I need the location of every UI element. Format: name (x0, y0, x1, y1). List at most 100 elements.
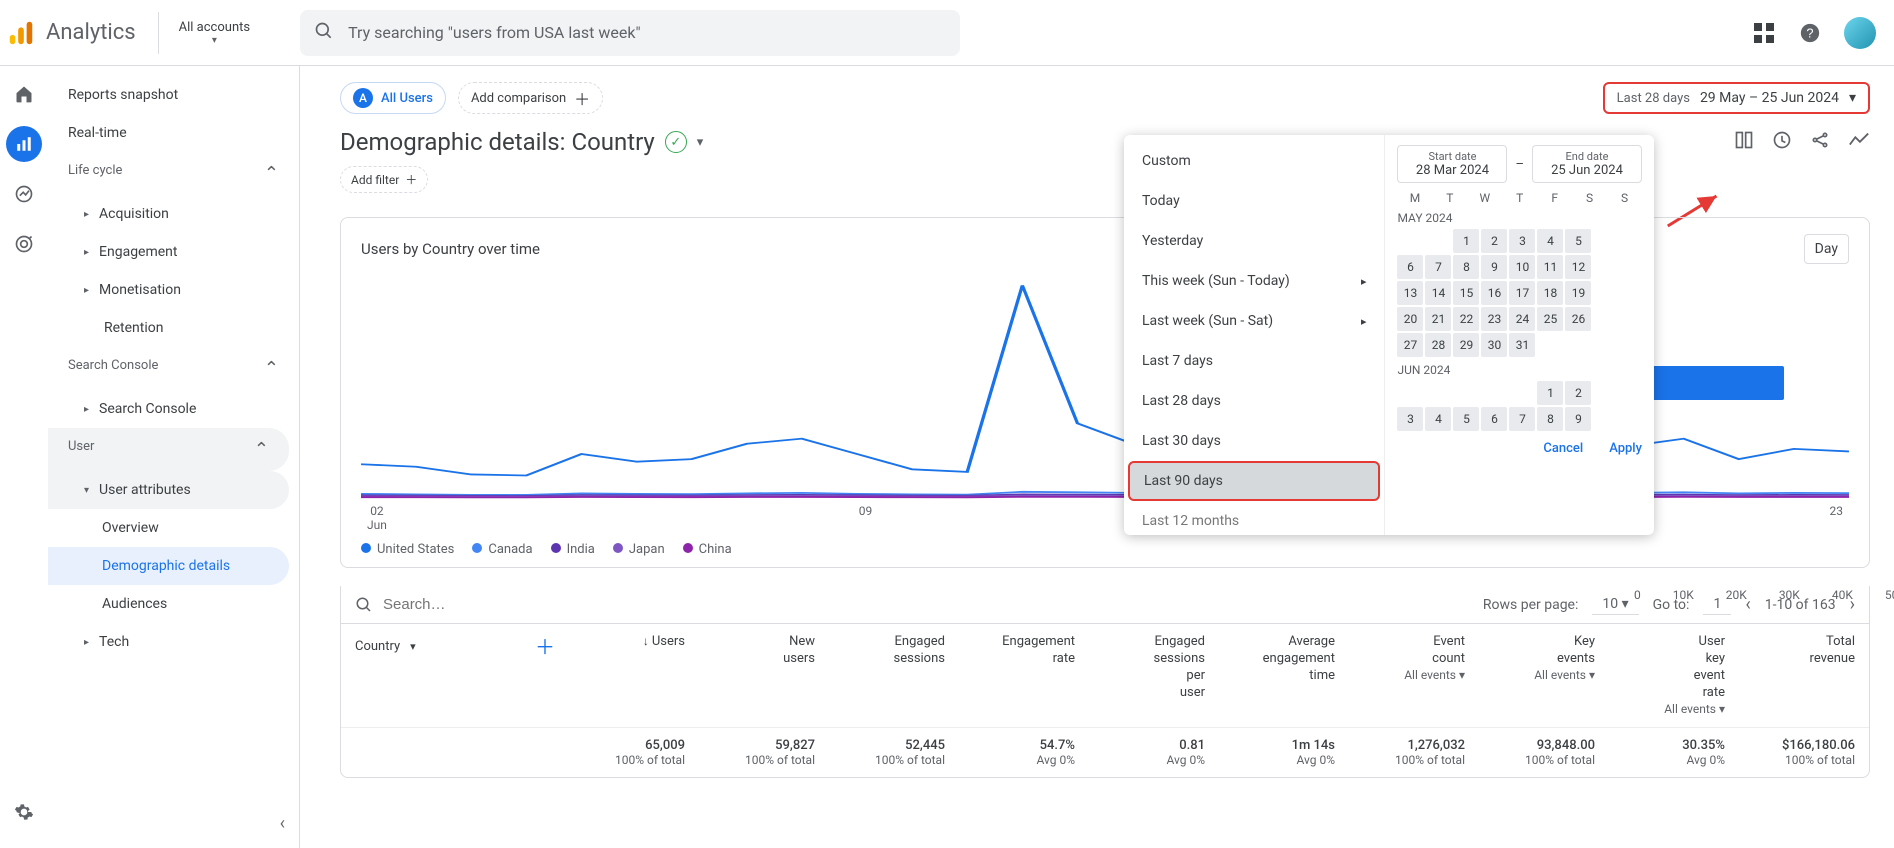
date-preset[interactable]: Yesterday (1124, 221, 1384, 261)
table-total-cell: 0.81Avg 0% (1075, 738, 1205, 767)
nav-section-user[interactable]: User⌃ (48, 428, 289, 471)
search-icon (314, 21, 334, 45)
account-selector[interactable]: All accounts ▾ (158, 12, 270, 54)
segment-badge: A (353, 88, 373, 108)
date-preset[interactable]: Last 28 days (1124, 381, 1384, 421)
triangle-right-icon: ▸ (84, 285, 89, 296)
nav-overview[interactable]: Overview (48, 509, 299, 547)
table-total-cell: 93,848.00100% of total (1465, 738, 1595, 767)
trend-icon[interactable] (1848, 130, 1870, 154)
table-total-cell: 54.7%Avg 0% (945, 738, 1075, 767)
date-range-selector[interactable]: Last 28 days 29 May – 25 Jun 2024 ▾ (1603, 82, 1870, 114)
table-col-header[interactable]: KeyeventsAll events ▾ (1465, 634, 1595, 683)
nav-section-life-cycle[interactable]: Life cycle⌃ (48, 152, 299, 195)
add-dimension-icon[interactable]: ＋ (535, 634, 555, 660)
table-col-header[interactable]: Newusers (685, 634, 815, 668)
share-icon[interactable] (1810, 130, 1830, 155)
segment-all-users[interactable]: A All Users (340, 82, 446, 114)
nav-engagement[interactable]: ▸Engagement (48, 233, 299, 271)
table-search[interactable] (355, 595, 1473, 614)
date-preset[interactable]: Last 7 days (1124, 341, 1384, 381)
rail-reports-icon[interactable] (6, 126, 42, 162)
table-col-header[interactable]: Engagedsessionsperuser (1075, 634, 1205, 702)
table-total-cell: $166,180.06100% of total (1725, 738, 1855, 767)
rail-home-icon[interactable] (6, 76, 42, 112)
global-search[interactable]: Try searching "users from USA last week" (300, 10, 960, 56)
calendar-may[interactable]: 1234567891011121314151617181920212223242… (1397, 229, 1642, 357)
nav-audiences[interactable]: Audiences (48, 585, 299, 623)
rail-admin-icon[interactable] (6, 794, 42, 830)
add-comparison-button[interactable]: Add comparison＋ (458, 82, 603, 114)
chevron-up-icon: ⌃ (254, 439, 269, 460)
rows-per-page-select[interactable]: 10 ▾ (1592, 594, 1638, 615)
page-title: Demographic details: Country (340, 128, 655, 156)
date-picker-popover: CustomTodayYesterdayThis week (Sun - Tod… (1124, 135, 1654, 535)
user-avatar[interactable] (1844, 17, 1876, 49)
nav-search-console[interactable]: ▸Search Console (48, 390, 299, 428)
table-total-cell: 65,009100% of total (555, 738, 685, 767)
rail-explore-icon[interactable] (6, 176, 42, 212)
date-cancel-button[interactable]: Cancel (1543, 441, 1583, 456)
table-dimension-selector[interactable]: Country ▾＋ (355, 634, 555, 660)
table-col-header[interactable]: Totalrevenue (1725, 634, 1855, 668)
status-check-icon[interactable]: ✓ (665, 131, 687, 153)
calendar-month-label: JUN 2024 (1397, 363, 1642, 377)
svg-text:?: ? (1806, 25, 1813, 40)
bar-chart-right: 010K20K30K40K50K (1634, 366, 1864, 602)
table-total-cell: 1m 14sAvg 0% (1205, 738, 1335, 767)
nav-demographic-details[interactable]: Demographic details (48, 547, 289, 585)
chevron-down-icon[interactable]: ▾ (697, 135, 704, 150)
apps-icon[interactable] (1752, 21, 1776, 45)
customize-report-icon[interactable] (1734, 130, 1754, 155)
ga-logo-icon (6, 18, 36, 48)
help-icon[interactable]: ? (1798, 21, 1822, 45)
nav-user-attributes[interactable]: ▾User attributes (48, 471, 289, 509)
date-preset[interactable]: Last week (Sun - Sat)▸ (1124, 301, 1384, 341)
brand-label: Analytics (46, 20, 136, 45)
table-col-header[interactable]: EventcountAll events ▾ (1335, 634, 1465, 683)
search-icon (355, 596, 373, 614)
insights-icon[interactable] (1772, 130, 1792, 155)
rows-per-page-label: Rows per page: (1483, 597, 1578, 613)
triangle-right-icon: ▸ (84, 247, 89, 258)
table-search-input[interactable] (381, 595, 681, 614)
table-col-header[interactable]: Averageengagementtime (1205, 634, 1335, 685)
nav-real-time[interactable]: Real-time (48, 114, 299, 152)
start-date-input[interactable]: Start date 28 Mar 2024 (1397, 145, 1507, 183)
date-apply-button[interactable]: Apply (1609, 441, 1642, 456)
table-col-header[interactable]: ↓ Users (555, 634, 685, 651)
rail-advertising-icon[interactable] (6, 226, 42, 262)
table-col-header[interactable]: Engagementrate (945, 634, 1075, 668)
chevron-down-icon: ▾ (1849, 90, 1856, 106)
nav-reports-snapshot[interactable]: Reports snapshot (48, 76, 299, 114)
date-preset[interactable]: Custom (1124, 141, 1384, 181)
date-preset[interactable]: Last 12 months (1124, 501, 1384, 533)
end-date-input[interactable]: End date 25 Jun 2024 (1532, 145, 1642, 183)
nav-section-search-console[interactable]: Search Console⌃ (48, 347, 299, 390)
calendar-jun[interactable]: 123456789 (1397, 381, 1642, 431)
chevron-down-icon: ▾ (179, 35, 250, 46)
date-preset[interactable]: This week (Sun - Today)▸ (1124, 261, 1384, 301)
date-preset[interactable]: Last 90 days (1128, 461, 1380, 501)
plus-icon: ＋ (405, 171, 417, 188)
table-col-header[interactable]: UserkeyeventrateAll events ▾ (1595, 634, 1725, 717)
granularity-selector[interactable]: Day (1804, 234, 1849, 264)
table-total-cell: 30.35%Avg 0% (1595, 738, 1725, 767)
add-filter-button[interactable]: Add filter ＋ (340, 166, 428, 193)
triangle-right-icon: ▸ (84, 404, 89, 415)
date-preset[interactable]: Today (1124, 181, 1384, 221)
chevron-up-icon: ⌃ (264, 163, 279, 184)
nav-acquisition[interactable]: ▸Acquisition (48, 195, 299, 233)
triangle-right-icon: ▸ (84, 637, 89, 648)
nav-retention[interactable]: Retention (48, 309, 299, 347)
date-preset[interactable]: Last 30 days (1124, 421, 1384, 461)
calendar-month-label: MAY 2024 (1397, 211, 1642, 225)
nav-monetisation[interactable]: ▸Monetisation (48, 271, 299, 309)
chart-title: Users by Country over time (361, 240, 540, 258)
chevron-up-icon: ⌃ (264, 358, 279, 379)
chart-legend: United StatesCanadaIndiaJapanChina (361, 542, 1849, 557)
calendar-dow-header: MTWTFSS (1397, 191, 1642, 205)
nav-tech[interactable]: ▸Tech (48, 623, 299, 661)
table-col-header[interactable]: Engagedsessions (815, 634, 945, 668)
collapse-sidenav-icon[interactable]: ‹ (280, 813, 285, 834)
